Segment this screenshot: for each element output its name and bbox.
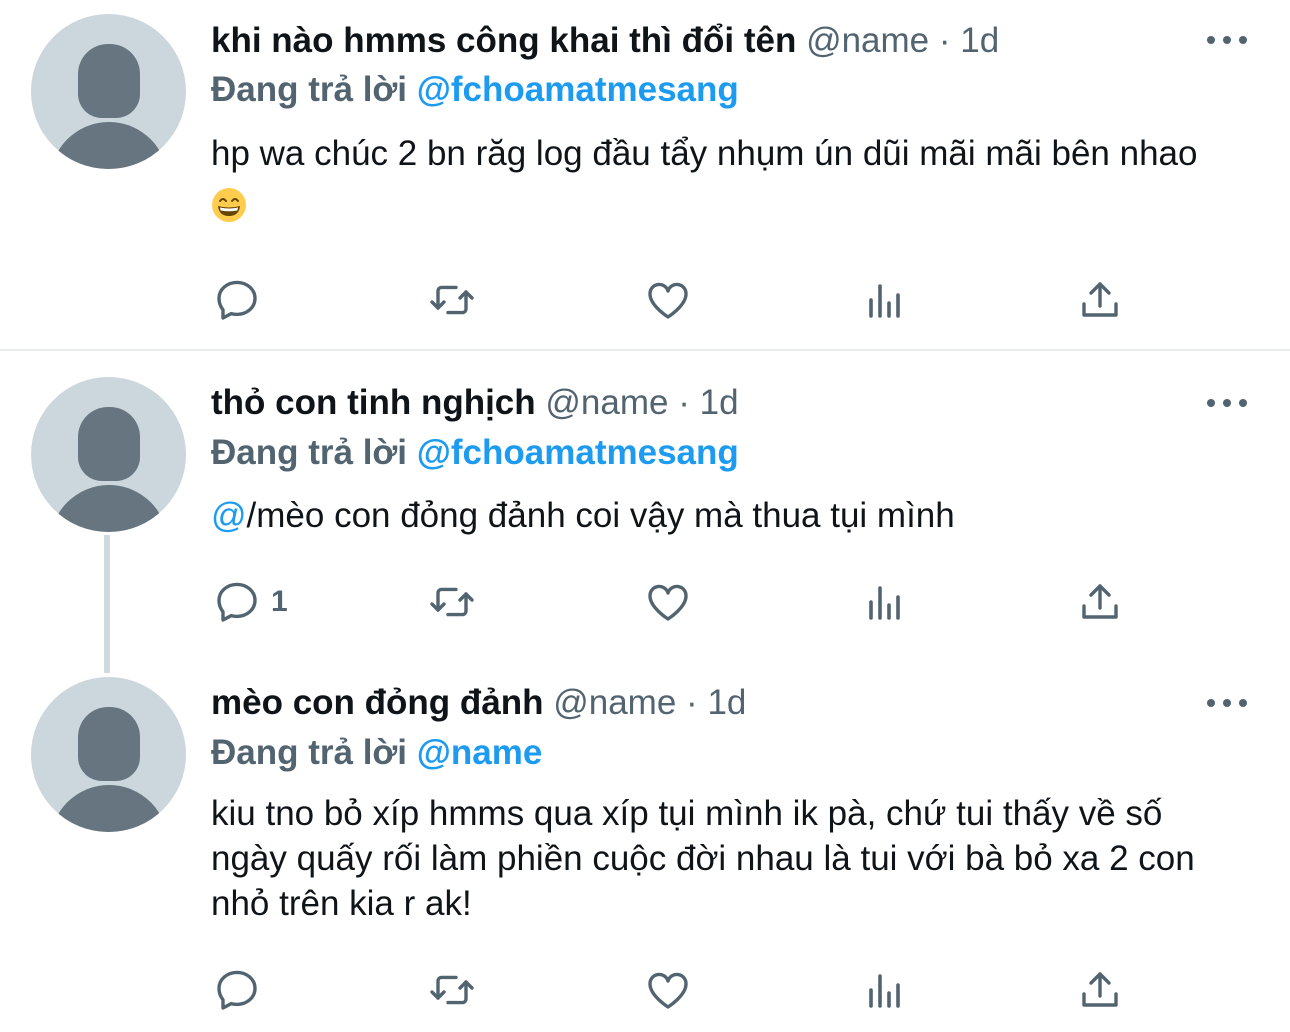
- retweet-icon: [428, 276, 476, 324]
- more-icon[interactable]: [1207, 393, 1247, 413]
- reply-button[interactable]: [213, 965, 271, 1015]
- more-icon[interactable]: [1207, 30, 1247, 50]
- user-handle[interactable]: @name: [806, 21, 929, 60]
- like-icon: [644, 276, 692, 324]
- reply-count: 1: [271, 585, 288, 618]
- tweet-1[interactable]: khi nào hmms công khai thì đổi tên @name…: [0, 0, 1290, 349]
- like-button[interactable]: [644, 965, 692, 1015]
- timestamp[interactable]: 1d: [707, 683, 746, 722]
- retweet-button[interactable]: [428, 965, 476, 1015]
- avatar-head-shape: [78, 707, 140, 781]
- tweet-header: khi nào hmms công khai thì đổi tên @name…: [211, 19, 999, 63]
- avatar[interactable]: [31, 677, 186, 832]
- avatar[interactable]: [31, 14, 186, 169]
- user-handle[interactable]: @name: [553, 683, 676, 722]
- timestamp[interactable]: 1d: [960, 21, 999, 60]
- action-bar: [211, 965, 1131, 1015]
- share-button[interactable]: [1076, 577, 1124, 627]
- tweet-text: @/mèo con đỏng đảnh coi vậy mà thua tụi …: [211, 490, 1251, 542]
- share-button[interactable]: [1076, 965, 1124, 1015]
- avatar-body-shape: [50, 485, 168, 532]
- avatar-body-shape: [50, 785, 168, 832]
- avatar-body-shape: [50, 122, 168, 169]
- replying-to-mention[interactable]: @fchoamatmesang: [417, 433, 739, 472]
- user-handle[interactable]: @name: [545, 383, 668, 422]
- separator-dot: ·: [938, 21, 951, 60]
- analytics-button[interactable]: [861, 965, 909, 1015]
- retweet-button[interactable]: [428, 275, 476, 325]
- analytics-icon: [861, 578, 909, 626]
- tweet-header: mèo con đỏng đảnh @name · 1d: [211, 681, 746, 725]
- tweet-2[interactable]: thỏ con tinh nghịch @name · 1d Đang trả …: [0, 351, 1290, 651]
- analytics-button[interactable]: [861, 577, 909, 627]
- action-bar: [211, 275, 1131, 325]
- display-name[interactable]: mèo con đỏng đảnh: [211, 683, 543, 722]
- retweet-button[interactable]: [428, 577, 476, 627]
- like-button[interactable]: [644, 275, 692, 325]
- display-name[interactable]: thỏ con tinh nghịch: [211, 383, 536, 422]
- replying-to-mention[interactable]: @fchoamatmesang: [417, 70, 739, 109]
- replying-to: Đang trả lời @name: [211, 731, 542, 775]
- replying-to: Đang trả lời @fchoamatmesang: [211, 68, 739, 112]
- retweet-icon: [428, 966, 476, 1014]
- reply-button[interactable]: [213, 275, 271, 325]
- tweet-text-content: kiu tno bỏ xíp hmms qua xíp tụi mình ik …: [211, 794, 1195, 923]
- separator-dot: ·: [678, 383, 690, 422]
- analytics-icon: [861, 966, 909, 1014]
- avatar-head-shape: [78, 44, 140, 118]
- grinning-face-emoji-icon: [212, 188, 246, 222]
- reply-icon: [213, 578, 261, 626]
- separator-dot: ·: [686, 683, 698, 722]
- tweet-3[interactable]: mèo con đỏng đảnh @name · 1d Đang trả lờ…: [0, 651, 1290, 1032]
- share-icon: [1076, 578, 1124, 626]
- tweet-text: kiu tno bỏ xíp hmms qua xíp tụi mình ik …: [211, 791, 1231, 926]
- replying-to-label: Đang trả lời: [211, 733, 408, 772]
- like-icon: [644, 578, 692, 626]
- more-icon[interactable]: [1207, 693, 1247, 713]
- tweet-text: hp wa chúc 2 bn răg log đầu tẩy nhụm ún …: [211, 128, 1211, 232]
- share-icon: [1076, 966, 1124, 1014]
- display-name[interactable]: khi nào hmms công khai thì đổi tên: [211, 21, 796, 60]
- retweet-icon: [428, 578, 476, 626]
- like-icon: [644, 966, 692, 1014]
- tweet-header: thỏ con tinh nghịch @name · 1d: [211, 381, 739, 425]
- reply-icon: [213, 966, 261, 1014]
- replying-to-label: Đang trả lời: [211, 70, 408, 109]
- text-mention-link[interactable]: @: [211, 496, 247, 535]
- analytics-button[interactable]: [861, 275, 909, 325]
- reply-button[interactable]: 1: [213, 577, 288, 627]
- tweet-text-content: hp wa chúc 2 bn răg log đầu tẩy nhụm ún …: [211, 134, 1198, 173]
- tweet-text-content: /mèo con đỏng đảnh coi vậy mà thua tụi m…: [246, 496, 955, 535]
- replying-to: Đang trả lời @fchoamatmesang: [211, 431, 739, 475]
- avatar-head-shape: [78, 407, 140, 481]
- share-button[interactable]: [1076, 275, 1124, 325]
- reply-icon: [213, 276, 261, 324]
- replying-to-mention[interactable]: @name: [417, 733, 543, 772]
- replying-to-label: Đang trả lời: [211, 433, 408, 472]
- timestamp[interactable]: 1d: [700, 383, 739, 422]
- action-bar: 1: [211, 577, 1131, 627]
- avatar[interactable]: [31, 377, 186, 532]
- share-icon: [1076, 276, 1124, 324]
- analytics-icon: [861, 276, 909, 324]
- like-button[interactable]: [644, 577, 692, 627]
